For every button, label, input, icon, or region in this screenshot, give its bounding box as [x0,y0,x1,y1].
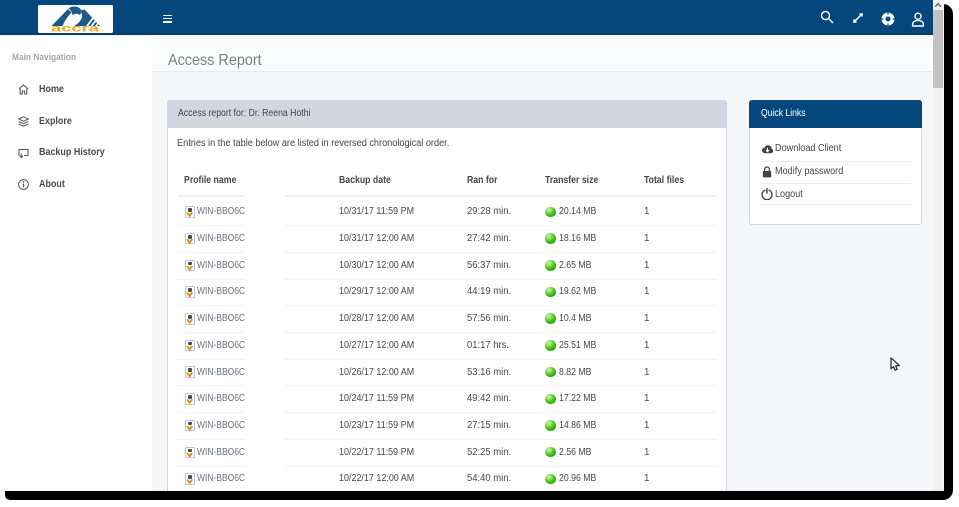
svg-text:accra: accra [51,22,99,33]
